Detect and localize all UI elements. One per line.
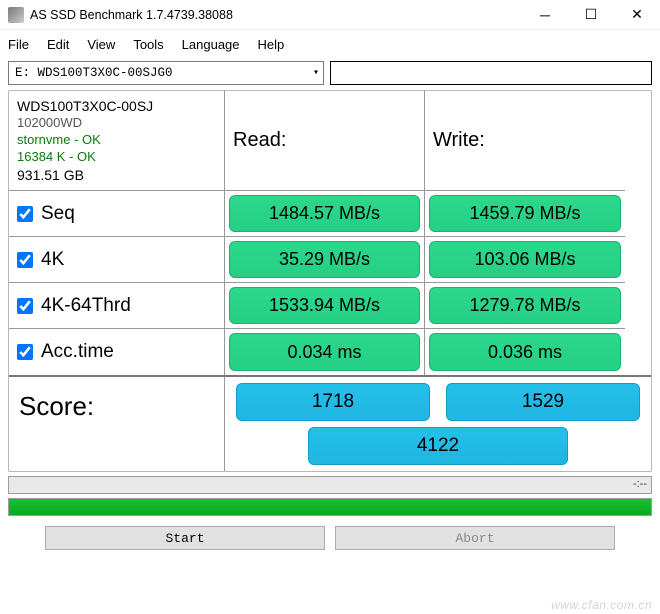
drive-select-value: E: WDS100T3X0C-00SJG0 bbox=[15, 66, 173, 80]
menu-tools[interactable]: Tools bbox=[133, 37, 163, 52]
minimize-button[interactable]: ─ bbox=[522, 0, 568, 29]
device-info: WDS100T3X0C-00SJ 102000WD stornvme - OK … bbox=[9, 91, 225, 191]
value-acc-read: 0.034 ms bbox=[229, 333, 420, 371]
menu-edit[interactable]: Edit bbox=[47, 37, 69, 52]
close-button[interactable]: ✕ bbox=[614, 0, 660, 29]
path-input[interactable] bbox=[330, 61, 652, 85]
header-read: Read: bbox=[225, 91, 425, 191]
label-seq: Seq bbox=[41, 203, 75, 225]
chevron-down-icon: ▾ bbox=[313, 67, 319, 79]
cell-acc-read: 0.034 ms bbox=[225, 329, 425, 375]
selector-row: E: WDS100T3X0C-00SJG0 ▾ bbox=[0, 58, 660, 90]
header-write: Write: bbox=[425, 91, 625, 191]
results-panel: WDS100T3X0C-00SJ 102000WD stornvme - OK … bbox=[8, 90, 652, 472]
label-acc: Acc.time bbox=[41, 341, 114, 363]
title-bar: AS SSD Benchmark 1.7.4739.38088 ─ ☐ ✕ bbox=[0, 0, 660, 30]
score-buttons: 1718 1529 4122 bbox=[225, 377, 651, 471]
progress-time: -:-- bbox=[633, 478, 647, 490]
cell-4k-read: 35.29 MB/s bbox=[225, 237, 425, 283]
window-title: AS SSD Benchmark 1.7.4739.38088 bbox=[30, 8, 522, 22]
value-4k64-read: 1533.94 MB/s bbox=[229, 287, 420, 324]
score-total: 4122 bbox=[308, 427, 568, 465]
label-4k64: 4K-64Thrd bbox=[41, 295, 131, 317]
device-capacity: 931.51 GB bbox=[17, 166, 84, 184]
device-alignment-status: 16384 K - OK bbox=[17, 149, 96, 166]
value-acc-write: 0.036 ms bbox=[429, 333, 621, 371]
maximize-button[interactable]: ☐ bbox=[568, 0, 614, 29]
progress-overall bbox=[8, 498, 652, 516]
menu-file[interactable]: File bbox=[8, 37, 29, 52]
value-4k-write: 103.06 MB/s bbox=[429, 241, 621, 278]
cell-acc-write: 0.036 ms bbox=[425, 329, 625, 375]
checkbox-4k64[interactable] bbox=[17, 298, 33, 314]
value-seq-read: 1484.57 MB/s bbox=[229, 195, 420, 232]
value-seq-write: 1459.79 MB/s bbox=[429, 195, 621, 232]
score-read: 1718 bbox=[236, 383, 430, 421]
device-driver-status: stornvme - OK bbox=[17, 132, 101, 149]
value-4k-read: 35.29 MB/s bbox=[229, 241, 420, 278]
progress-area: -:-- bbox=[0, 472, 660, 516]
button-row: Start Abort bbox=[0, 520, 660, 550]
value-4k64-write: 1279.78 MB/s bbox=[429, 287, 621, 324]
abort-button: Abort bbox=[335, 526, 615, 550]
label-4k: 4K bbox=[41, 249, 64, 271]
cell-seq-write: 1459.79 MB/s bbox=[425, 191, 625, 237]
row-acc: Acc.time bbox=[9, 329, 225, 375]
checkbox-acc[interactable] bbox=[17, 344, 33, 360]
app-icon bbox=[8, 7, 24, 23]
device-firmware: 102000WD bbox=[17, 115, 82, 132]
checkbox-seq[interactable] bbox=[17, 206, 33, 222]
menu-language[interactable]: Language bbox=[182, 37, 240, 52]
results-grid: WDS100T3X0C-00SJ 102000WD stornvme - OK … bbox=[9, 91, 651, 375]
progress-current: -:-- bbox=[8, 476, 652, 494]
drive-select[interactable]: E: WDS100T3X0C-00SJG0 ▾ bbox=[8, 61, 324, 85]
score-write: 1529 bbox=[446, 383, 640, 421]
cell-4k64-write: 1279.78 MB/s bbox=[425, 283, 625, 329]
row-4k64: 4K-64Thrd bbox=[9, 283, 225, 329]
menu-view[interactable]: View bbox=[87, 37, 115, 52]
device-model: WDS100T3X0C-00SJ bbox=[17, 97, 153, 115]
cell-seq-read: 1484.57 MB/s bbox=[225, 191, 425, 237]
window-controls: ─ ☐ ✕ bbox=[522, 0, 660, 29]
cell-4k-write: 103.06 MB/s bbox=[425, 237, 625, 283]
menu-help[interactable]: Help bbox=[258, 37, 285, 52]
score-label: Score: bbox=[9, 377, 225, 471]
watermark: www.cfan.com.cn bbox=[551, 598, 652, 612]
progress-overall-fill bbox=[9, 499, 651, 515]
cell-4k64-read: 1533.94 MB/s bbox=[225, 283, 425, 329]
row-seq: Seq bbox=[9, 191, 225, 237]
start-button[interactable]: Start bbox=[45, 526, 325, 550]
menu-bar: File Edit View Tools Language Help bbox=[0, 30, 660, 58]
checkbox-4k[interactable] bbox=[17, 252, 33, 268]
score-row: Score: 1718 1529 4122 bbox=[9, 375, 651, 471]
row-4k: 4K bbox=[9, 237, 225, 283]
